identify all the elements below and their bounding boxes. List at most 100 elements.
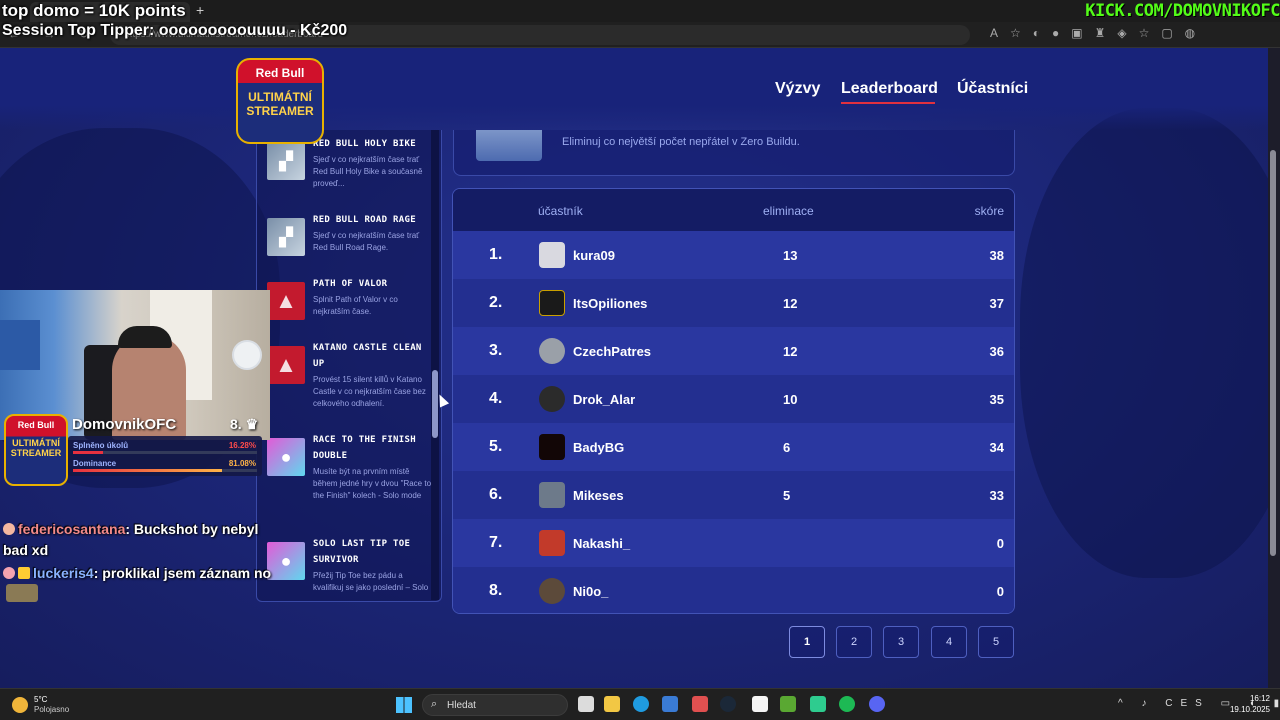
table-row[interactable]: 5. BadyBG 6 34	[453, 423, 1014, 471]
participant-name[interactable]: BadyBG	[573, 440, 624, 455]
new-tab-icon[interactable]: +	[196, 2, 204, 18]
participant-name[interactable]: Drok_Alar	[573, 392, 635, 407]
task-view-icon[interactable]	[578, 696, 594, 712]
table-row[interactable]: 1. kura09 13 38	[453, 231, 1014, 279]
chat-username: federicosantana	[18, 521, 126, 537]
challenge-desc: Sjeď v co nejkratším čase trať Red Bull …	[313, 231, 420, 252]
col-eliminations[interactable]: eliminace	[763, 204, 814, 218]
taskbar-clock[interactable]: 16:12 19.10.2025	[1228, 693, 1270, 715]
avatar	[539, 578, 565, 604]
file-explorer-icon[interactable]	[604, 696, 620, 712]
table-row[interactable]: 4. Drok_Alar 10 35	[453, 375, 1014, 423]
road-icon: ▞	[267, 218, 305, 256]
webcam-cap	[118, 326, 172, 348]
avatar	[539, 434, 565, 460]
page-4-button[interactable]: 4	[931, 626, 967, 658]
chat-badge-icon	[3, 523, 15, 535]
search-icon: ⌕	[431, 698, 438, 710]
score: 0	[996, 584, 1004, 599]
rank: 8.	[489, 582, 503, 599]
col-score[interactable]: skóre	[975, 204, 1004, 218]
challenge-scroll-thumb[interactable]	[432, 370, 438, 438]
notepad-icon[interactable]	[752, 696, 768, 712]
score: 33	[989, 488, 1004, 503]
page-5-button[interactable]: 5	[978, 626, 1014, 658]
eliminations: 5	[783, 488, 791, 503]
nav-participants[interactable]: Účastníci	[957, 80, 1028, 98]
eliminations: 12	[783, 344, 798, 359]
logo-brand: Red Bull	[255, 66, 305, 80]
browser-extension-icons[interactable]: A☆◐●▣♜◈☆▢◍	[990, 26, 1207, 40]
windows-start-icon[interactable]	[396, 697, 412, 713]
stat-tasks-label: Splněno úkolů	[73, 441, 129, 450]
stat-tasks-bar	[73, 451, 257, 454]
participant-name[interactable]: ItsOpiliones	[573, 296, 647, 311]
store-icon[interactable]	[662, 696, 678, 712]
avatar	[539, 482, 565, 508]
table-row[interactable]: 7. Nakashi_ 0	[453, 519, 1014, 567]
language-indicator[interactable]: CES	[1165, 698, 1210, 709]
eliminations: 13	[783, 248, 798, 263]
challenge-title: SOLO LAST TIP TOE SURVIVOR Přežij Tip Toe…	[313, 536, 433, 594]
trophy-icon: ♛	[245, 416, 259, 432]
challenge-list[interactable]: ▞ RED BULL HOLY BIKE Sjeď v co nejkratším…	[256, 130, 442, 602]
stat-tasks-fill	[73, 451, 103, 454]
page-1-button[interactable]: 1	[789, 626, 825, 658]
col-participant[interactable]: účastník	[538, 204, 583, 218]
participant-name[interactable]: CzechPatres	[573, 344, 651, 359]
participant-name[interactable]: Ni0o_	[573, 584, 608, 599]
logo-line3: STREAMER	[246, 104, 314, 118]
stat-dominance-fill	[73, 469, 223, 472]
participant-name[interactable]: kura09	[573, 248, 615, 263]
nav-active-underline	[841, 102, 935, 104]
table-row[interactable]: 6. Mikeses 5 33	[453, 471, 1014, 519]
participant-name[interactable]: Mikeses	[573, 488, 624, 503]
page-2-button[interactable]: 2	[836, 626, 872, 658]
weather-temp: 5°C	[34, 695, 48, 704]
app-icon[interactable]	[810, 696, 826, 712]
taskbar-search[interactable]: ⌕ Hledat	[422, 694, 568, 716]
discord-icon[interactable]	[869, 696, 885, 712]
stream-goal-overlay: top domo = 10K points	[2, 1, 186, 20]
background-art-right	[1020, 108, 1268, 578]
avatar	[539, 242, 565, 268]
app-icon[interactable]	[780, 696, 796, 712]
badge-brand: Red Bull	[17, 420, 55, 430]
challenge-desc: Přežij Tip Toe bez pádu a kvalifikuj se …	[313, 571, 429, 592]
badge-line2: ULTIMÁTNÍ	[12, 438, 60, 448]
fall-guy-icon: ●	[267, 438, 305, 476]
table-row[interactable]: 3. CzechPatres 12 36	[453, 327, 1014, 375]
rank: 1.	[489, 246, 503, 263]
participant-name[interactable]: Nakashi_	[573, 536, 630, 551]
weather-condition: Polojasno	[34, 705, 70, 714]
eliminations: 10	[783, 392, 798, 407]
table-row[interactable]: 8. Ni0o_ 0	[453, 567, 1014, 613]
rank: 7.	[489, 534, 503, 551]
challenge-scrollbar[interactable]	[431, 130, 439, 600]
stat-panel: Splněno úkolů 16.28% Dominance 81.08%	[68, 436, 262, 476]
score: 0	[996, 536, 1004, 551]
site-header	[0, 48, 1268, 130]
challenge-desc: Splnit Path of Valor v co nejkratším čas…	[313, 295, 398, 316]
score: 36	[989, 344, 1004, 359]
spotify-icon[interactable]	[839, 696, 855, 712]
nav-challenges[interactable]: Výzvy	[775, 80, 820, 98]
challenge-description: Eliminuj co největší počet nepřátel v Ze…	[562, 136, 800, 148]
table-row[interactable]: 2. ItsOpiliones 12 37	[453, 279, 1014, 327]
clock-time: 16:12	[1249, 694, 1270, 703]
avatar	[539, 338, 565, 364]
kick-channel-overlay: KICK.COM/DOMOVNIKOFC	[1085, 1, 1280, 21]
page-3-button[interactable]: 3	[883, 626, 919, 658]
streamer-stat-card: Red Bull ULTIMÁTNÍ STREAMER DomovnikOFC …	[0, 414, 266, 486]
page-scroll-thumb[interactable]	[1270, 150, 1276, 556]
edge-icon[interactable]	[633, 696, 649, 712]
rank: 2.	[489, 294, 503, 311]
stat-dominance-value: 81.08%	[228, 459, 256, 468]
chat-text: : proklikal jsem záznam no	[93, 565, 272, 581]
table-header: účastník eliminace skóre	[453, 189, 1014, 231]
weather-icon	[12, 697, 28, 713]
steam-icon[interactable]	[720, 696, 736, 712]
app-icon[interactable]	[692, 696, 708, 712]
nav-leaderboard[interactable]: Leaderboard	[841, 80, 938, 98]
redbull-logo[interactable]: Red Bull ULTIMÁTNÍ STREAMER	[236, 58, 324, 144]
